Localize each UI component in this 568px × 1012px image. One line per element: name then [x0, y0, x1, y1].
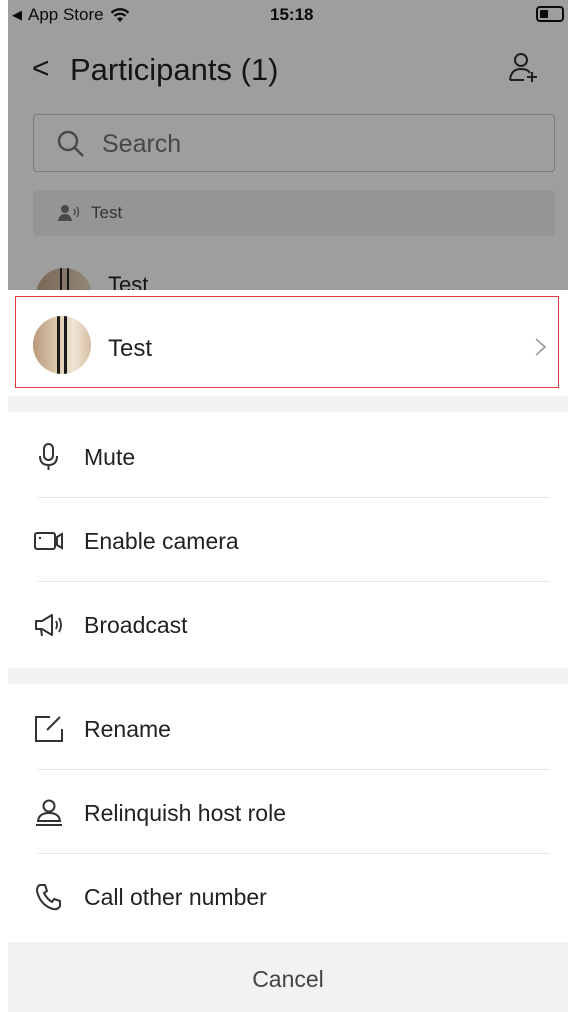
rename-item[interactable]: Rename	[8, 686, 568, 770]
participant-action-sheet: Test Mute Enable camera Broadcast Rename…	[8, 290, 568, 1012]
relinquish-host-label: Relinquish host role	[84, 800, 287, 826]
microphone-icon	[39, 443, 58, 470]
participant-header-row[interactable]: Test	[15, 296, 559, 388]
modal-overlay[interactable]	[8, 0, 568, 290]
cancel-button[interactable]: Cancel	[8, 942, 568, 1012]
participant-header-name: Test	[108, 335, 153, 362]
host-icon	[36, 799, 62, 826]
relinquish-host-item[interactable]: Relinquish host role	[8, 770, 568, 854]
phone-icon	[36, 884, 61, 911]
section-gap	[8, 396, 568, 412]
rename-icon	[35, 716, 63, 742]
mute-item[interactable]: Mute	[8, 414, 568, 498]
megaphone-icon	[35, 614, 62, 637]
mute-label: Mute	[84, 444, 136, 470]
call-other-number-label: Call other number	[84, 884, 267, 910]
broadcast-item[interactable]: Broadcast	[8, 582, 568, 666]
call-other-number-item[interactable]: Call other number	[8, 854, 568, 938]
chevron-right-icon	[535, 338, 547, 356]
avatar	[33, 316, 91, 374]
rename-label: Rename	[84, 716, 171, 742]
section-gap	[8, 668, 568, 684]
enable-camera-item[interactable]: Enable camera	[8, 498, 568, 582]
app-page: ◀ App Store 15:18 < Participants (1) Sea…	[8, 0, 568, 1012]
camera-icon	[34, 532, 63, 550]
broadcast-label: Broadcast	[84, 612, 188, 638]
enable-camera-label: Enable camera	[84, 528, 239, 554]
participants-screen: ◀ App Store 15:18 < Participants (1) Sea…	[8, 0, 568, 324]
